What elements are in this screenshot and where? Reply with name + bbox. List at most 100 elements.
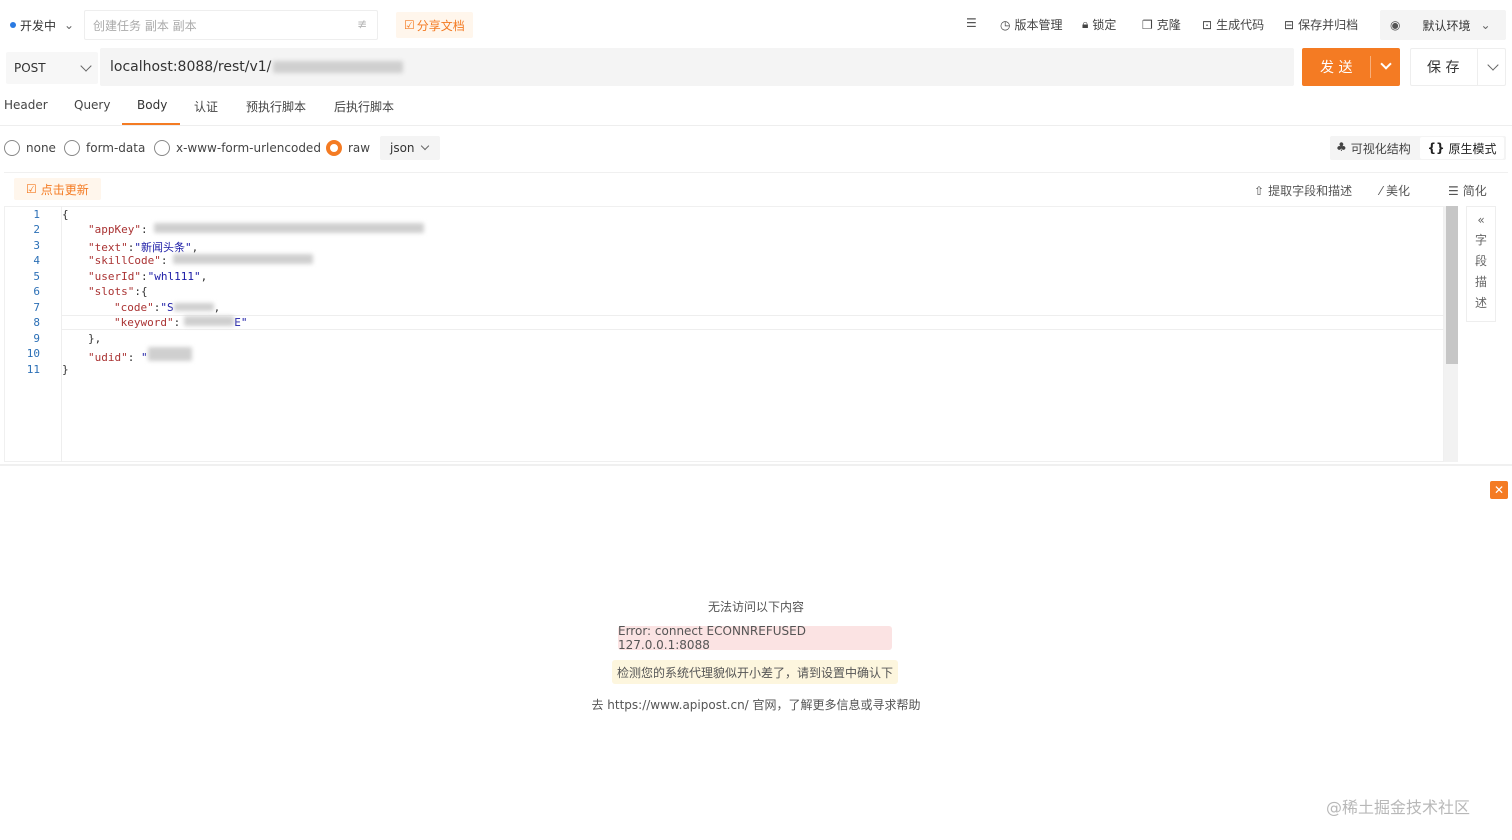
line-number: 9 [33, 332, 40, 345]
radio-none[interactable]: none [4, 140, 56, 156]
side-panel-char: 字 [1474, 233, 1487, 247]
task-name-input[interactable]: 创建任务 副本 副本 ≢ [84, 10, 378, 40]
simplify-button[interactable]: ☰ 简化 [1448, 182, 1487, 199]
clock-icon: ◷ [1000, 17, 1011, 32]
radio-raw[interactable]: raw [326, 140, 370, 156]
line-number: 3 [33, 239, 40, 252]
method-select[interactable]: POST [6, 52, 98, 84]
raw-mode-button[interactable]: {} 原生模式 [1420, 137, 1504, 159]
method-label: POST [14, 61, 46, 75]
status-label: 开发中 [20, 18, 57, 33]
format-label: json [390, 141, 415, 155]
save-label: 保 存 [1427, 60, 1460, 76]
help-link[interactable]: 去 https://www.apipost.cn/ 官网，了解更多信息或寻求帮助 [0, 696, 1512, 713]
chevron-down-icon[interactable] [1487, 59, 1499, 71]
url-text: localhost:8088/rest/v1/ [110, 59, 272, 75]
collapse-menu-button[interactable]: ☰ [966, 16, 977, 30]
refresh-label: 点击更新 [40, 182, 89, 197]
raw-mode-label: 原生模式 [1448, 141, 1497, 156]
code-line-10: "udid": " [88, 347, 192, 364]
radio-circle [64, 140, 80, 156]
copy-icon: ❐ [1142, 17, 1153, 32]
generate-code-button[interactable]: ⊡ 生成代码 [1202, 16, 1264, 33]
field-description-panel-toggle[interactable]: « 字 段 描 述 [1466, 206, 1496, 322]
panel-divider[interactable] [0, 464, 1512, 466]
visual-mode-label: 可视化结构 [1350, 142, 1411, 156]
code-editor[interactable] [4, 206, 1444, 462]
chevron-down-icon [80, 60, 92, 72]
scrollbar-thumb[interactable] [1446, 206, 1458, 364]
redacted-value [153, 223, 424, 233]
error-message: Error: connect ECONNREFUSED 127.0.0.1:80… [618, 624, 892, 652]
environment-select[interactable]: ◉ 默认环境 ⌄ [1380, 10, 1506, 40]
side-panel-char: 描 [1474, 275, 1487, 289]
redacted-value [184, 316, 235, 326]
radio-circle [154, 140, 170, 156]
chevron-down-icon: ⌄ [64, 18, 75, 32]
edit-icon[interactable]: ≢ [357, 17, 367, 31]
tab-pre-script[interactable]: 预执行脚本 [246, 98, 306, 115]
clone-button[interactable]: ❐ 克隆 [1142, 16, 1181, 33]
send-label: 发 送 [1320, 60, 1353, 76]
tab-header[interactable]: Header [4, 98, 48, 112]
line-number: 1 [33, 208, 40, 221]
response-title: 无法访问以下内容 [707, 600, 804, 614]
chevron-down-icon: ⌄ [1480, 18, 1491, 32]
clone-label: 克隆 [1156, 18, 1181, 32]
beautify-button[interactable]: ⁄ 美化 [1380, 182, 1410, 199]
line-number: 11 [26, 363, 40, 376]
side-panel-char: 述 [1474, 296, 1487, 310]
radio-urlencoded[interactable]: x-www-form-urlencoded [154, 140, 321, 156]
simplify-label: 简化 [1462, 184, 1487, 198]
list-icon: ☰ [1448, 183, 1459, 198]
close-icon[interactable]: ✕ [1490, 481, 1508, 499]
send-divider [1370, 56, 1371, 78]
lock-button[interactable]: 🔒︎ 锁定 [1082, 16, 1116, 33]
status-dot-icon [10, 22, 16, 28]
current-line-highlight [62, 315, 1444, 330]
send-button[interactable]: 发 送 [1302, 48, 1400, 86]
status-select[interactable]: 开发中 ⌄ [4, 10, 84, 40]
code-line-1: { [62, 208, 69, 221]
code-line-4: "skillCode": [88, 254, 314, 267]
share-doc-button[interactable]: ☑ 分享文档 [396, 12, 473, 38]
extract-fields-button[interactable]: ⇧ 提取字段和描述 [1254, 182, 1352, 199]
format-select[interactable]: json [380, 136, 440, 160]
double-chevron-left-icon: « [1477, 213, 1485, 227]
chevron-down-icon [420, 141, 430, 151]
save-archive-button[interactable]: ⊟ 保存并归档 [1284, 16, 1358, 33]
line-number: 7 [33, 301, 40, 314]
upload-icon: ⇧ [1254, 183, 1265, 198]
radio-form-data[interactable]: form-data [64, 140, 145, 156]
url-input[interactable]: localhost:8088/rest/v1/ [100, 48, 1294, 86]
save-archive-label: 保存并归档 [1298, 18, 1359, 32]
active-tab-indicator [122, 123, 180, 125]
tab-auth[interactable]: 认证 [194, 98, 218, 115]
wand-icon: ⁄ [1380, 183, 1383, 198]
radio-circle [4, 140, 20, 156]
tab-post-script[interactable]: 后执行脚本 [334, 98, 394, 115]
menu-icon: ☰ [966, 16, 977, 30]
redacted-value [147, 347, 192, 361]
code-line-8: "keyword": E" [114, 316, 248, 329]
lock-label: 锁定 [1092, 18, 1117, 32]
code-line-2: "appKey": [88, 223, 424, 236]
refresh-button[interactable]: ☑ 点击更新 [14, 178, 101, 200]
request-tabs [0, 88, 1512, 126]
tab-body[interactable]: Body [137, 98, 167, 112]
refresh-icon: ☑ [26, 182, 37, 196]
lock-icon: 🔒︎ [1082, 17, 1089, 31]
tab-query[interactable]: Query [74, 98, 110, 112]
version-management-button[interactable]: ◷ 版本管理 [1000, 16, 1063, 33]
save-button[interactable]: 保 存 [1410, 48, 1506, 86]
extract-label: 提取字段和描述 [1268, 184, 1353, 198]
line-number: 2 [33, 223, 40, 236]
eye-icon[interactable]: ◉ [1390, 18, 1400, 32]
task-name-placeholder: 创建任务 副本 副本 [93, 18, 197, 33]
line-number: 10 [26, 347, 40, 360]
radio-label: x-www-form-urlencoded [176, 141, 321, 155]
beautify-label: 美化 [1386, 184, 1411, 198]
visual-mode-button[interactable]: ♣ 可视化结构 [1336, 140, 1411, 157]
chevron-down-icon[interactable] [1380, 58, 1392, 70]
redacted-value [173, 303, 214, 311]
